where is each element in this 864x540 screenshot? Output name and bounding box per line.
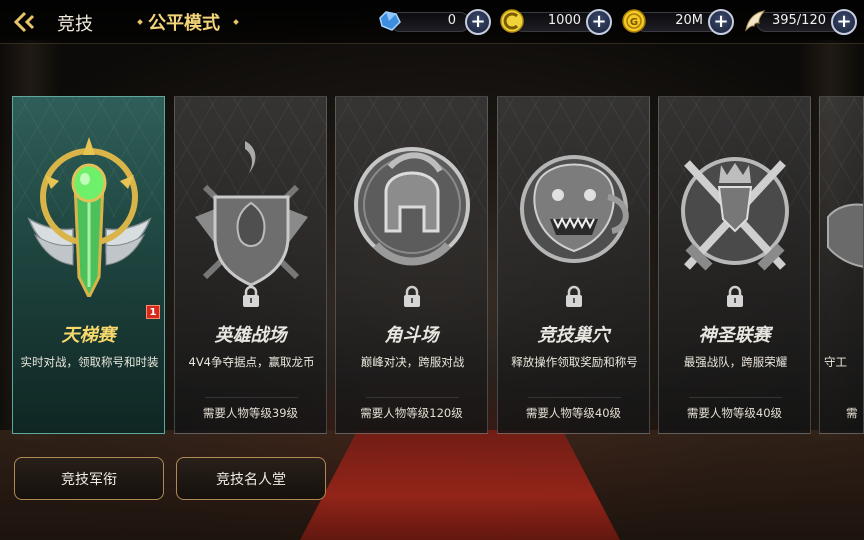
gold-coin-icon: G [622,9,646,33]
level-requirement: 需要人物等级40级 [525,406,622,420]
card-description: 最强战队，跨服荣耀 [683,355,788,369]
arena-rank-button[interactable]: 竞技军衔 [14,457,164,500]
card-description: 4V4争夺据点，赢取龙币 [188,355,315,369]
winged-sword-emblem-icon [27,137,152,297]
mode-label: 公平模式 [137,9,239,35]
gold-value: 20M [675,13,703,28]
card-title: 英雄战场 [214,325,287,346]
card-title: 神圣联赛 [698,325,771,346]
c-coin-value: 1000 [547,13,581,28]
lock-icon [404,285,420,307]
blue-crystal-icon [379,11,401,31]
card-title: 角斗场 [384,325,439,346]
level-requirement: 需要人物等级120级 [360,406,463,420]
beast-head-emblem-icon [520,155,629,263]
card-arena[interactable]: 角斗场 巅峰对决，跨服对战 需要人物等级120级 [335,96,488,434]
partial-emblem-icon [827,203,863,268]
wing-icon [745,10,766,32]
level-requirement: 需要人物等级40级 [686,406,783,420]
top-bar: 竞技 公平模式 0 + 1000 + G 20M + 395/120 + [0,0,864,44]
hall-of-fame-button[interactable]: 竞技名人堂 [176,457,326,500]
diamond-value: 0 [447,13,456,28]
lock-icon [243,285,259,307]
shield-emblem-icon [195,141,308,287]
add-c-coin-button[interactable]: + [586,9,612,35]
spartan-helmet-emblem-icon [354,147,470,266]
add-diamond-button[interactable]: + [465,9,491,35]
resource-diamond: 0 + [376,8,494,36]
notification-badge: 1 [146,305,160,319]
level-requirement: 需 [846,406,858,420]
lock-icon [566,285,582,307]
add-gold-button[interactable]: + [708,9,734,35]
card-description: 释放操作领取奖励和称号 [511,355,638,369]
card-description: 实时对战，领取称号和时装 [20,355,159,369]
level-requirement: 需要人物等级39级 [202,406,299,420]
resource-c-coin: 1000 + [499,8,617,36]
mode-title: 公平模式 [148,13,220,34]
mode-dot-left [137,19,143,25]
card-holy-league[interactable]: 神圣联赛 最强战队，跨服荣耀 需要人物等级40级 [658,96,811,434]
card-description: 守工 [824,355,847,369]
crossed-swords-emblem-icon [681,157,789,271]
stamina-value: 395/120 [771,13,826,28]
card-hero-battlefield[interactable]: 英雄战场 4V4争夺据点，赢取龙币 需要人物等级39级 [174,96,327,434]
card-title: 竞技巢穴 [537,325,610,346]
resource-stamina: 395/120 + [742,8,860,36]
svg-text:G: G [630,17,638,28]
add-stamina-button[interactable]: + [831,9,857,35]
card-partial[interactable]: 守工 需 [819,96,864,434]
resource-gold: G 20M + [621,8,739,36]
c-coin-icon [500,9,524,33]
page-title: 竞技 [57,14,93,35]
card-competitive-lair[interactable]: 竞技巢穴 释放操作领取奖励和称号 需要人物等级40级 [497,96,650,434]
card-ladder[interactable]: 1 天梯赛 实时对战，领取称号和时装 [12,96,165,434]
card-title: 天梯赛 [61,325,116,346]
back-button[interactable] [12,9,40,35]
mode-dot-right [233,19,239,25]
lock-icon [727,285,743,307]
back-arrow-icon [13,11,35,33]
card-description: 巅峰对决，跨服对战 [360,355,465,369]
